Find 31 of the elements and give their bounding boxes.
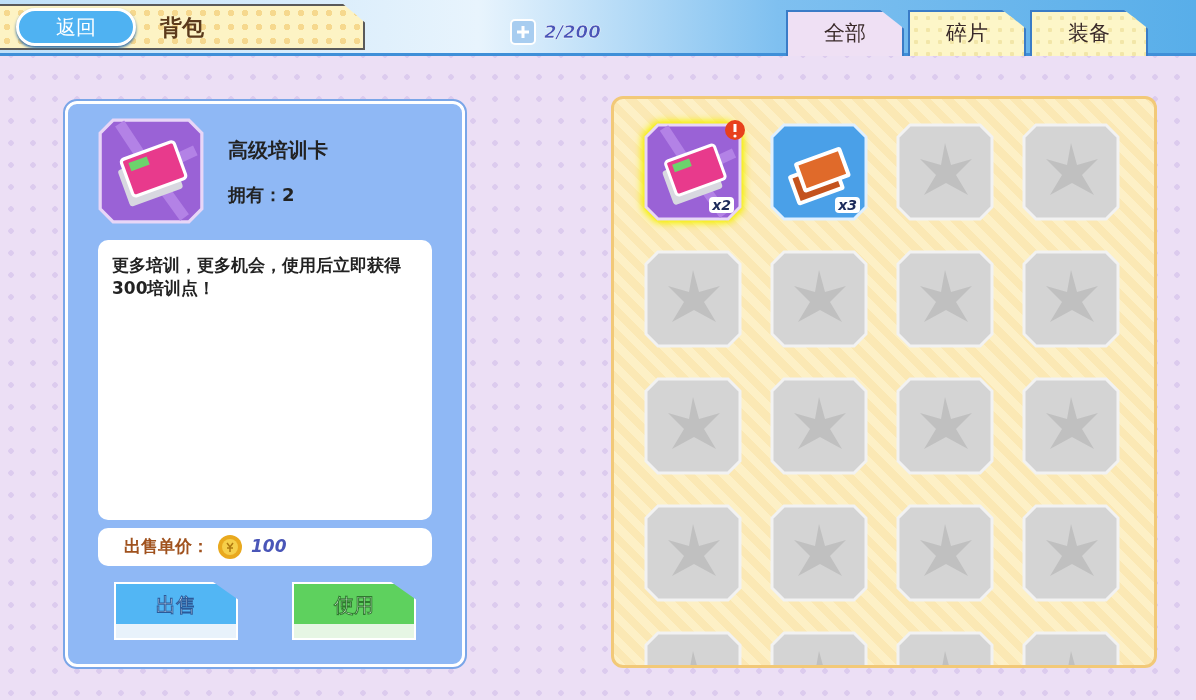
empty-slot-icon — [1022, 504, 1120, 602]
empty-slot-icon — [770, 250, 868, 348]
capacity-count: 2/200 — [544, 20, 601, 44]
empty-slot-icon — [644, 250, 742, 348]
empty-slot-icon — [896, 504, 994, 602]
coin-icon — [217, 534, 243, 560]
category-tab[interactable]: 装备 — [1030, 10, 1148, 56]
item-count: x2 — [709, 197, 734, 213]
item-icon — [98, 118, 204, 224]
category-tab[interactable]: 全部 — [786, 10, 904, 56]
empty-slot-icon — [770, 504, 868, 602]
item-name: 高级培训卡 — [228, 136, 328, 164]
empty-slot-icon — [1022, 250, 1120, 348]
owned-count: 拥有：2 — [228, 182, 296, 207]
empty-slot-icon — [644, 504, 742, 602]
item-count: x3 — [835, 197, 860, 213]
page-title: 背包 — [160, 13, 204, 42]
price-label: 出售单价： — [124, 535, 209, 559]
empty-slot-icon — [1022, 123, 1120, 221]
item-icon[interactable] — [770, 123, 868, 221]
empty-slot-icon — [644, 377, 742, 475]
empty-slot-icon — [896, 250, 994, 348]
item-description: 更多培训，更多机会，使用后立即获得300培训点！ — [98, 240, 432, 520]
item-icon[interactable] — [644, 123, 742, 221]
empty-slot-icon — [896, 377, 994, 475]
category-tab[interactable]: 碎片 — [908, 10, 1026, 56]
empty-slot-icon — [896, 123, 994, 221]
plus-icon — [515, 23, 531, 40]
empty-slot-icon — [770, 377, 868, 475]
price-value: 100 — [251, 535, 287, 559]
empty-slot-icon — [1022, 377, 1120, 475]
